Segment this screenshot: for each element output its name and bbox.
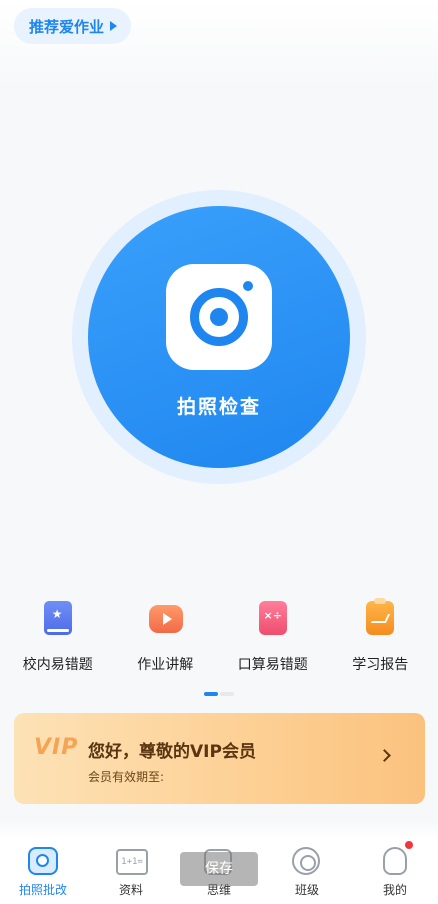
carousel-dot-active bbox=[204, 692, 218, 696]
tab-materials[interactable]: 1+1= 资料 bbox=[94, 838, 168, 904]
video-play-icon bbox=[149, 605, 184, 633]
tab-label: 我的 bbox=[382, 883, 407, 897]
tool-school-mistakes[interactable]: ★ 校内易错题 bbox=[8, 600, 108, 674]
calculator-icon: ×÷ bbox=[258, 601, 287, 635]
tool-label: 口算易错题 bbox=[237, 657, 308, 673]
vip-title: 您好，尊敬的VIP会员 bbox=[88, 742, 256, 762]
photo-check-label: 拍照检查 bbox=[176, 396, 261, 418]
tool-study-report[interactable]: 学习报告 bbox=[330, 598, 430, 674]
chevron-right-icon bbox=[378, 749, 391, 762]
report-chart-icon bbox=[366, 598, 395, 635]
tool-mental-math-mistakes[interactable]: ×÷ 口算易错题 bbox=[223, 600, 323, 674]
tab-label: 资料 bbox=[118, 883, 143, 897]
vip-expiry-label: 会员有效期至: bbox=[88, 770, 165, 784]
book-tab-icon: 1+1= bbox=[116, 849, 148, 875]
tool-label: 学习报告 bbox=[352, 657, 409, 673]
save-toast: 保存 bbox=[180, 852, 258, 886]
profile-tab-icon bbox=[383, 847, 407, 875]
carousel-indicator bbox=[204, 692, 234, 696]
tab-class[interactable]: 班级 bbox=[270, 838, 344, 904]
book-star-icon: ★ bbox=[43, 601, 72, 635]
vip-logo: VIP bbox=[34, 735, 79, 760]
recommend-label: 推荐爱作业 bbox=[29, 17, 105, 36]
recommend-aizuoye-button[interactable]: 推荐爱作业 bbox=[14, 8, 132, 44]
tab-label: 班级 bbox=[294, 883, 319, 897]
tool-label: 作业讲解 bbox=[137, 657, 194, 673]
tool-shortcuts: ★ 校内易错题 作业讲解 ×÷ 口算易错题 学习报告 bbox=[0, 598, 438, 674]
photo-check-button[interactable]: 拍照检查 bbox=[88, 206, 350, 468]
tab-photo-grading[interactable]: 拍照批改 bbox=[6, 838, 80, 904]
play-arrow-icon bbox=[110, 21, 118, 31]
carousel-dot bbox=[220, 692, 234, 696]
vip-card[interactable]: VIP 您好，尊敬的VIP会员 会员有效期至: bbox=[14, 713, 425, 804]
notification-dot bbox=[405, 841, 413, 849]
tool-homework-explain[interactable]: 作业讲解 bbox=[115, 600, 215, 674]
class-tab-icon bbox=[292, 847, 320, 875]
camera-icon bbox=[166, 264, 272, 370]
camera-tab-icon bbox=[28, 847, 58, 875]
tool-label: 校内易错题 bbox=[22, 657, 93, 673]
tab-mine[interactable]: 我的 bbox=[358, 838, 432, 904]
tab-label: 拍照批改 bbox=[18, 883, 67, 897]
